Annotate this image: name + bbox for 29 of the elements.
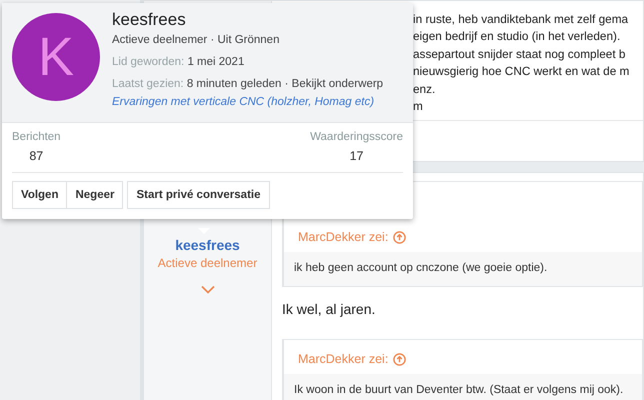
stat-value: 87 [29, 149, 44, 163]
thread-link[interactable]: Ervaringen met verticale CNC (holzher, Homag etc) [112, 95, 374, 110]
message-text: assepartout snijder staat nog compleet b [413, 46, 626, 63]
quote-text: Ik woon in de buurt van Deventer btw. (Staat er volgens mij ook). [284, 374, 642, 400]
message-text: m [413, 98, 424, 116]
user-title: Actieve deelnemer [158, 256, 258, 270]
message-text: nieuwsgierig hoe CNC werkt en wat de m [413, 63, 630, 80]
conversation-button[interactable]: Start privé conversatie [127, 181, 270, 209]
action-button[interactable]: Negeer [66, 181, 124, 209]
quote-author[interactable]: MarcDekker zei: [298, 230, 388, 244]
joined-info: Lid geworden: 1 mei 2021 [112, 55, 246, 70]
message-text: in ruste, heb vandiktebank met zelf gema [413, 11, 630, 28]
last-seen-info: Laatst gezien: 8 minuten geleden · Bekijkt onderwerp [112, 77, 384, 92]
profile-name: keesfrees [112, 10, 187, 30]
profile-subtitle: Actieve deelnemer · Uit Grönnen [112, 33, 280, 48]
message-text: eigen bedrijf en studio (in het verleden). [413, 28, 622, 46]
quote-author[interactable]: MarcDekker zei: [298, 352, 388, 366]
message-text: enz. [413, 80, 436, 98]
username-link[interactable]: keesfrees [175, 237, 240, 253]
quote-text: ik heb geen account op cnczone (we goeie optie). [284, 252, 642, 286]
message-text: Ik wel, al jaren. [282, 301, 376, 317]
chevron-down-icon[interactable] [200, 285, 214, 294]
stat-label: Waarderingsscore [310, 131, 403, 143]
stat-value: 17 [350, 149, 364, 163]
stat-label: Berichten [12, 131, 61, 143]
action-button[interactable]: Volgen [12, 181, 68, 209]
arrow-up-circle-icon[interactable] [393, 352, 406, 366]
arrow-up-circle-icon[interactable] [393, 230, 406, 244]
avatar: K [12, 13, 100, 101]
